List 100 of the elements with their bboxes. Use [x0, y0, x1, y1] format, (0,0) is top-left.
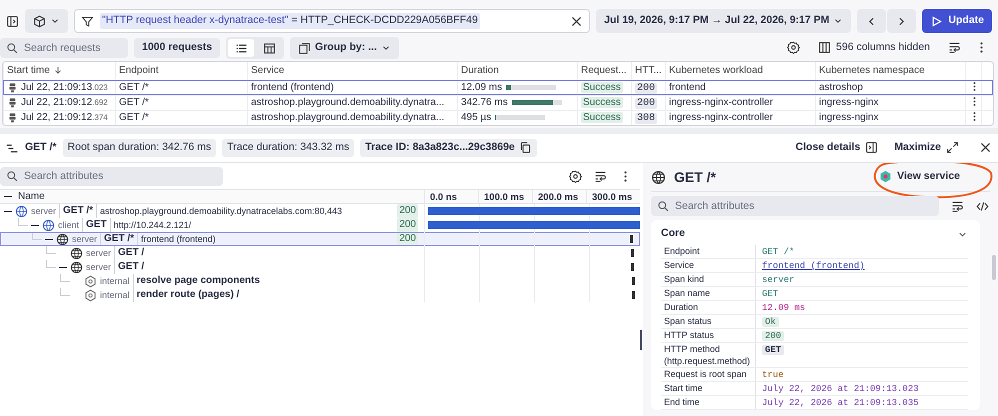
table-cell: ingress-nginx-controller [669, 112, 773, 123]
span-kind: internal [100, 288, 134, 302]
table-cell: GET /* [119, 112, 149, 123]
search-field[interactable]: Search attributes [651, 196, 939, 216]
column-header[interactable]: Request... [581, 65, 627, 76]
attribute-label: Duration [664, 301, 700, 313]
span-detail: astroshop.playground.demoability.dynatracelabs.com:80,443 [96, 204, 342, 218]
trace-chip: Root span duration: 342.76 ms [62, 139, 216, 157]
wrap-button[interactable] [951, 200, 964, 212]
span-row[interactable]: server GET /* astroshop.playground.demoability.dynatracelabs.com:80,443 200 [0, 204, 640, 218]
sidebar-icon [6, 14, 19, 28]
search-field[interactable]: Search attributes [0, 166, 223, 186]
list-view-button[interactable] [228, 39, 254, 57]
span-name: resolve page components [136, 274, 260, 288]
filter-query[interactable]: "HTTP request header x-dynatrace-test" = HTTP_CHECK-DCDD229A056BFF49 [100, 13, 480, 29]
robot-icon [7, 82, 18, 93]
status-code-tag: 200 [635, 83, 658, 94]
table-cell: 495 µs [461, 112, 492, 123]
status-tag: Success [581, 112, 623, 123]
wrap-button[interactable] [948, 41, 961, 54]
table-cell: Jul 22, 21:09:13.023 [21, 82, 108, 93]
search-icon [6, 170, 18, 182]
copy-button[interactable] [518, 141, 532, 154]
value-tag: 200 [762, 331, 784, 341]
globe-icon [651, 170, 666, 184]
close-button[interactable] [979, 141, 992, 154]
panel-icon [865, 141, 878, 154]
maximize-button[interactable]: Maximize [890, 141, 963, 155]
axis-tick-label: 0.0 ns [424, 190, 478, 203]
trace-chip: Trace duration: 343.32 ms [222, 139, 354, 157]
span-row[interactable]: internal render route (pages) / [0, 288, 640, 302]
waterfall-icon [6, 142, 19, 154]
span-name: GET / [118, 260, 144, 274]
attribute-value: GET [762, 289, 778, 299]
search-icon [657, 200, 669, 212]
status-tag: Success [581, 97, 623, 108]
table-row[interactable]: Jul 22, 21:09:12.374 GET /* astroshop.playground.demoability.dynatra... 495 µs Success 308 ingress-nginx-controller ingress-nginx [3, 110, 993, 125]
update-button[interactable]: Update [922, 9, 992, 33]
attribute-label: HTTP method [664, 343, 721, 355]
attribute-label: Service [664, 259, 696, 271]
span-row[interactable]: internal resolve page components [0, 274, 640, 288]
column-header[interactable]: Start time [7, 65, 50, 76]
value-tag: GET [762, 345, 784, 355]
column-header[interactable]: Kubernetes namespace [819, 65, 925, 76]
columns-icon [818, 41, 832, 54]
column-header[interactable]: Service [251, 65, 284, 76]
time-range-dropdown[interactable]: Jul 19, 2026, 9:17 PM → Jul 22, 2026, 9:17 PM [596, 9, 852, 33]
copy-icon [518, 141, 532, 154]
trace-id: Trace ID: 8a3a823c...29c3869e [365, 141, 515, 155]
attribute-value: server [762, 275, 794, 285]
details-title: GET /* [674, 168, 716, 186]
clear-button[interactable] [570, 14, 584, 28]
attribute-value: July 22, 2026 at 21:09:13.023 [762, 384, 919, 394]
span-detail: frontend (frontend) [137, 232, 216, 246]
columns-hidden-button[interactable]: 596 columns hidden [814, 41, 934, 55]
service-link[interactable]: frontend (frontend) [762, 261, 865, 271]
table-cell: ingress-nginx [819, 112, 878, 123]
status-code-tag: 200 [397, 232, 418, 246]
filter-field[interactable]: "HTTP request header x-dynatrace-test" = HTTP_CHECK-DCDD229A056BFF49 [74, 9, 590, 33]
robot-icon [7, 112, 18, 123]
table-cell: frontend (frontend) [251, 82, 334, 93]
column-header[interactable]: Duration [461, 65, 499, 76]
scrollbar[interactable] [992, 255, 996, 280]
table-cell: GET /* [119, 97, 149, 108]
settings-button[interactable] [569, 170, 582, 182]
code-icon [976, 200, 989, 212]
group-by-dropdown[interactable]: Group by: ... [290, 37, 399, 59]
table-row[interactable]: Jul 22, 21:09:12.692 GET /* astroshop.playground.demoability.dynatra... 342.76 ms Success 200 ingress-nginx-controller ingress-nginx [3, 95, 993, 110]
globe-icon [15, 204, 28, 218]
attribute-label: Span name [664, 287, 712, 299]
column-header[interactable]: HTT... [635, 65, 662, 76]
resize-handle[interactable] [640, 330, 642, 350]
attribute-value: July 22, 2026 at 21:09:13.035 [762, 398, 919, 408]
table-cell: 12.09 ms [461, 82, 502, 93]
wrap-button[interactable] [594, 170, 607, 182]
settings-button[interactable] [787, 41, 800, 54]
span-row[interactable]: server GET / [0, 260, 640, 274]
column-header[interactable]: Endpoint [119, 65, 158, 76]
attribute-label: Span status [664, 315, 713, 327]
entity-dropdown[interactable] [25, 9, 68, 33]
table-cell: 342.76 ms [461, 97, 508, 108]
column-header: Name [18, 190, 45, 203]
play-icon [930, 14, 944, 28]
column-header[interactable]: Kubernetes workload [669, 65, 763, 76]
table-row[interactable]: Jul 22, 21:09:13.023 GET /* frontend (frontend) 12.09 ms Success 200 frontend astroshop [3, 80, 993, 95]
attribute-label: Span kind [664, 273, 706, 285]
span-row[interactable]: server GET /* frontend (frontend) 200 [0, 232, 640, 246]
span-row[interactable]: server GET / [0, 246, 640, 260]
close-details-button[interactable]: Close details [792, 141, 882, 155]
close-icon [979, 141, 992, 154]
status-tag: Success [581, 82, 623, 93]
code-view-button[interactable] [976, 200, 989, 212]
sidebar-toggle-button[interactable] [6, 14, 19, 28]
span-kind: server [86, 246, 116, 260]
search-field[interactable]: Search requests [0, 38, 128, 58]
settings-icon [787, 41, 800, 54]
wrap-icon [948, 41, 961, 54]
globe-icon [70, 246, 83, 260]
request-count: 1000 requests [134, 38, 220, 58]
span-name: GET [86, 218, 107, 232]
